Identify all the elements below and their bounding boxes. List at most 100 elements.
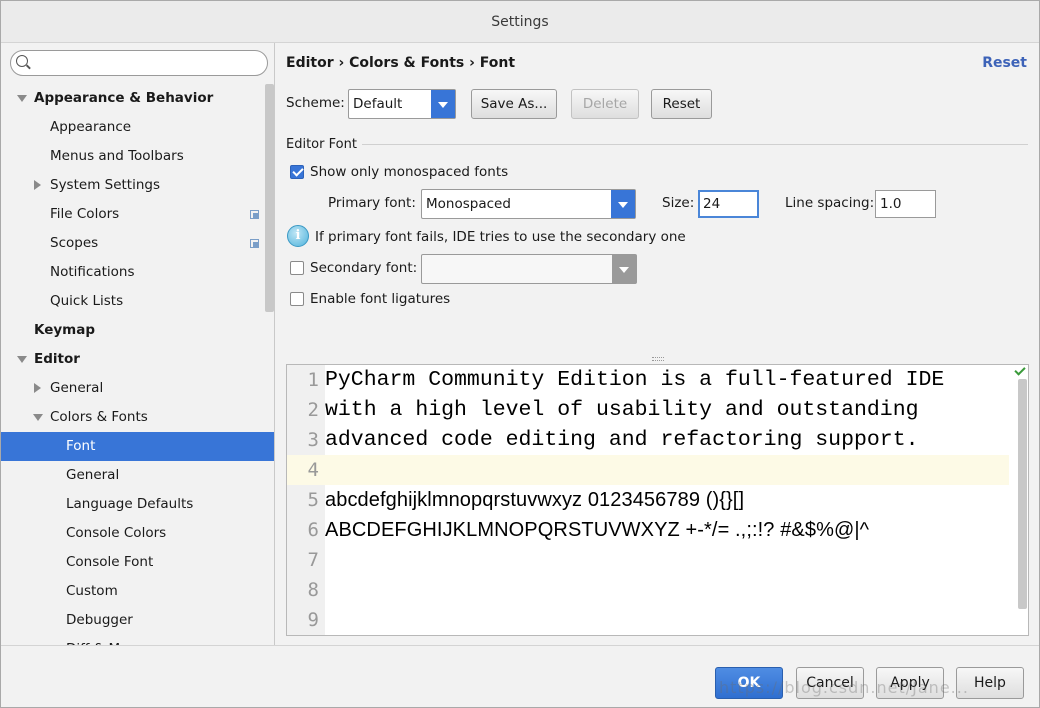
sidebar-item-appearance-behavior[interactable]: Appearance & Behavior [1,84,274,113]
chevron-right-icon[interactable] [31,171,43,200]
chevron-down-icon [431,90,455,118]
settings-tree: Appearance & Behavior Appearance Menus and… [1,84,274,645]
sidebar-item-console-colors[interactable]: Console Colors [1,519,274,548]
reset-link[interactable]: Reset [982,55,1027,71]
chevron-right-icon[interactable] [31,374,43,403]
sidebar-item-custom[interactable]: Custom [1,577,274,606]
primary-font-label: Primary font: [328,195,416,211]
chevron-down-icon[interactable] [31,403,43,432]
line-number: 3 [307,429,319,451]
section-divider [362,144,1028,145]
editor-line: 4 [287,455,1009,485]
reset-button[interactable]: Reset [651,89,712,119]
secondary-font-dropdown[interactable] [421,254,637,284]
sidebar-scrollbar[interactable] [265,84,274,312]
sidebar-item-general[interactable]: General [1,461,274,490]
sidebar-item-label: Scopes [50,235,99,251]
sidebar-item-console-font[interactable]: Console Font [1,548,274,577]
search-icon [16,55,28,67]
code-text: advanced code editing and refactoring su… [325,428,919,452]
save-as-button[interactable]: Save As... [471,89,557,119]
sidebar-item-label: Keymap [34,322,96,338]
breadcrumb: Editor › Colors & Fonts › Font [286,55,516,71]
secondary-font-checkbox[interactable] [290,261,304,275]
line-number: 4 [307,459,319,481]
code-text: with a high level of usability and outst… [325,398,919,422]
sidebar-item-label: Menus and Toolbars [50,148,184,164]
line-number: 9 [307,609,319,631]
window-title: Settings [1,1,1039,43]
show-monospaced-label: Show only monospaced fonts [310,164,509,180]
project-scope-icon [250,210,259,219]
editor-line: 5 abcdefghijklmnopqrstuvwxyz 0123456789 (… [287,485,1009,515]
search-input[interactable] [10,50,268,76]
sidebar-item-quick-lists[interactable]: Quick Lists [1,287,274,316]
sidebar-item-diff-merge[interactable]: Diff & Merge [1,635,274,645]
chevron-down-icon[interactable] [15,345,27,374]
chevron-down-icon [612,255,636,283]
sidebar-item-label: General [50,380,104,396]
sidebar-item-label: Appearance [50,119,132,135]
sidebar-item-label: Console Font [66,554,154,570]
primary-font-value: Monospaced [426,196,511,212]
sidebar-item-editor[interactable]: Editor [1,345,274,374]
font-ligatures-label: Enable font ligatures [310,291,451,307]
sidebar-item-label: System Settings [50,177,161,193]
line-number: 6 [307,519,319,541]
sidebar-item-language-defaults[interactable]: Language Defaults [1,490,274,519]
sidebar-item-label: Font [66,438,96,454]
sidebar-item-font[interactable]: Font [1,432,274,461]
line-spacing-input[interactable]: 1.0 [875,190,936,218]
sidebar-item-label: Diff & Merge [66,635,151,645]
check-icon [1014,367,1026,377]
editor-line: 8 [287,575,1009,605]
watermark: https://blog.csdn.net/Jane... [719,678,969,697]
chevron-down-icon[interactable] [15,84,27,113]
sidebar-item-debugger[interactable]: Debugger [1,606,274,635]
chevron-down-icon [611,190,635,218]
sidebar-item-appearance[interactable]: Appearance [1,113,274,142]
scheme-dropdown[interactable]: Default [348,89,456,119]
sidebar-item-general[interactable]: General [1,374,274,403]
sidebar-item-notifications[interactable]: Notifications [1,258,274,287]
editor-line: 2 with a high level of usability and outs… [287,395,1009,425]
sidebar-item-label: General [66,467,120,483]
sidebar-item-keymap[interactable]: Keymap [1,316,274,345]
code-text: abcdefghijklmnopqrstuvwxyz 0123456789 ()… [325,489,745,511]
font-ligatures-checkbox[interactable] [290,292,304,306]
sidebar-item-label: Console Colors [66,525,167,541]
sidebar-item-label: Colors & Fonts [50,409,148,425]
font-preview-editor[interactable]: 1 PyCharm Community Edition is a full-fea… [286,364,1029,636]
editor-line: 3 advanced code editing and refactoring s… [287,425,1009,455]
settings-sidebar: Appearance & Behavior Appearance Menus and… [1,43,275,645]
info-icon: i [287,225,309,247]
sidebar-item-menus-and-toolbars[interactable]: Menus and Toolbars [1,142,274,171]
sidebar-item-scopes[interactable]: Scopes [1,229,274,258]
sidebar-item-system-settings[interactable]: System Settings [1,171,274,200]
editor-line: 6 ABCDEFGHIJKLMNOPQRSTUVWXYZ +-*/= .,;:!?… [287,515,1009,545]
editor-line: 1 PyCharm Community Edition is a full-fea… [287,365,1009,395]
sidebar-item-file-colors[interactable]: File Colors [1,200,274,229]
editor-line: 9 [287,605,1009,635]
scheme-label: Scheme: [286,95,345,111]
show-monospaced-checkbox[interactable] [290,165,304,179]
primary-font-dropdown[interactable]: Monospaced [421,189,636,219]
settings-dialog: Settings Appearance & Behavior Appearance… [0,0,1040,708]
editor-font-section-title: Editor Font [286,137,357,152]
editor-scrollbar[interactable] [1018,379,1027,609]
line-spacing-label: Line spacing: [785,195,875,211]
sidebar-item-label: Custom [66,583,118,599]
code-text: PyCharm Community Edition is a full-feat… [325,368,945,392]
sidebar-item-colors-fonts[interactable]: Colors & Fonts [1,403,274,432]
editor-line: 7 [287,545,1009,575]
splitter-handle[interactable] [652,357,664,361]
sidebar-item-label: Editor [34,351,80,367]
sidebar-item-label: Language Defaults [66,496,194,512]
sidebar-item-label: File Colors [50,206,120,222]
size-input[interactable]: 24 [698,190,759,218]
delete-button[interactable]: Delete [571,89,639,119]
scheme-value: Default [353,96,403,112]
line-number: 5 [307,489,319,511]
line-number: 2 [307,399,319,421]
settings-content: Editor › Colors & Fonts › Font Reset Sch… [276,43,1039,645]
